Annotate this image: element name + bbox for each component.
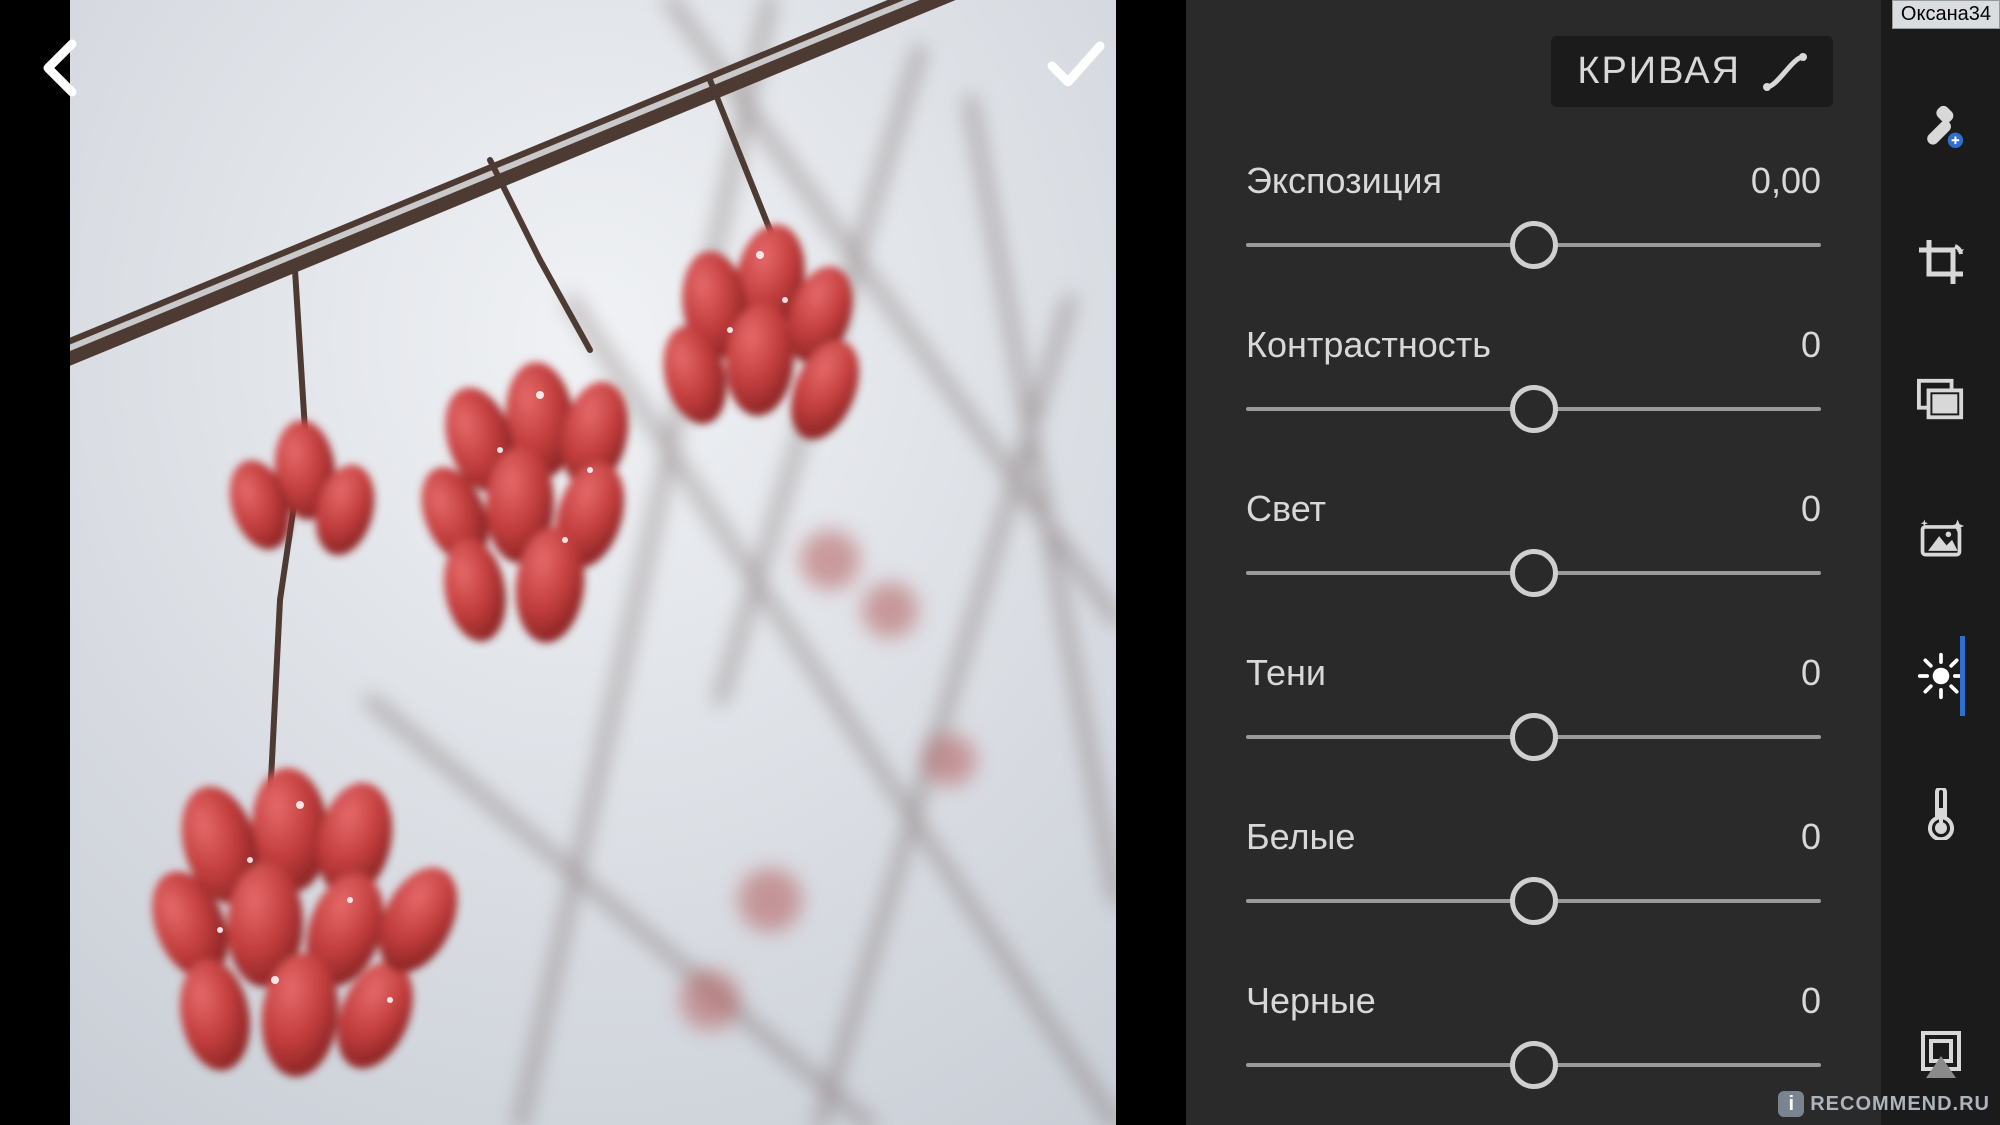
tone-curve-label: КРИВАЯ	[1577, 50, 1741, 93]
tool-strip	[1881, 0, 2000, 1125]
slider-track-shadows[interactable]	[1246, 712, 1821, 762]
slider-track-contrast[interactable]	[1246, 384, 1821, 434]
slider-value: 0	[1801, 980, 1821, 1022]
healing-brush-tool[interactable]	[1917, 100, 1965, 148]
watermark-badge-icon: i	[1778, 1091, 1804, 1117]
slider-thumb[interactable]	[1510, 877, 1558, 925]
slider-thumb[interactable]	[1510, 385, 1558, 433]
light-icon	[1917, 650, 1965, 702]
slider-track-whites[interactable]	[1246, 876, 1821, 926]
presets-tool[interactable]	[1917, 376, 1965, 424]
back-icon[interactable]	[38, 38, 82, 103]
slider-highlights: Свет 0	[1246, 488, 1821, 598]
slider-exposure: Экспозиция 0,00	[1246, 160, 1821, 270]
photo-canvas-area	[0, 0, 1186, 1125]
slider-value: 0,00	[1751, 160, 1821, 202]
slider-shadows: Тени 0	[1246, 652, 1821, 762]
app-root: КРИВАЯ Экспозиция 0,00 Контрастность	[0, 0, 2000, 1125]
slider-blacks: Черные 0	[1246, 980, 1821, 1090]
color-tool[interactable]	[1917, 790, 1965, 838]
slider-value: 0	[1801, 816, 1821, 858]
slider-track-blacks[interactable]	[1246, 1040, 1821, 1090]
tone-curve-button[interactable]: КРИВАЯ	[1551, 36, 1833, 107]
auto-enhance-icon	[1917, 516, 1965, 560]
auto-enhance-tool[interactable]	[1917, 514, 1965, 562]
curve-icon	[1763, 53, 1807, 91]
slider-value: 0	[1801, 324, 1821, 366]
edited-photo[interactable]	[70, 0, 1116, 1125]
watermark-text: RECOMMEND.RU	[1810, 1093, 1990, 1116]
slider-label: Свет	[1246, 488, 1326, 530]
slider-value: 0	[1801, 488, 1821, 530]
slider-track-exposure[interactable]	[1246, 220, 1821, 270]
sliders-group: Экспозиция 0,00 Контрастность 0 Свет	[1246, 160, 1821, 1090]
light-tool[interactable]	[1917, 652, 1965, 700]
slider-contrast: Контрастность 0	[1246, 324, 1821, 434]
light-adjustments-panel: КРИВАЯ Экспозиция 0,00 Контрастность	[1186, 0, 1881, 1125]
expand-up-icon[interactable]	[1924, 1054, 1958, 1085]
slider-thumb[interactable]	[1510, 549, 1558, 597]
color-temperature-icon	[1923, 788, 1959, 840]
slider-label: Контрастность	[1246, 324, 1491, 366]
slider-thumb[interactable]	[1510, 713, 1558, 761]
slider-label: Белые	[1246, 816, 1355, 858]
slider-whites: Белые 0	[1246, 816, 1821, 926]
confirm-checkmark-icon[interactable]	[1046, 38, 1106, 97]
crop-tool[interactable]	[1917, 238, 1965, 286]
slider-label: Тени	[1246, 652, 1326, 694]
crop-icon	[1917, 238, 1965, 286]
user-tag: Оксана34	[1892, 0, 2000, 29]
presets-icon	[1917, 378, 1965, 422]
site-watermark: i RECOMMEND.RU	[1778, 1091, 1990, 1117]
slider-thumb[interactable]	[1510, 1041, 1558, 1089]
slider-value: 0	[1801, 652, 1821, 694]
healing-brush-icon	[1917, 99, 1965, 149]
slider-label: Черные	[1246, 980, 1376, 1022]
slider-thumb[interactable]	[1510, 221, 1558, 269]
slider-label: Экспозиция	[1246, 160, 1442, 202]
slider-track-highlights[interactable]	[1246, 548, 1821, 598]
